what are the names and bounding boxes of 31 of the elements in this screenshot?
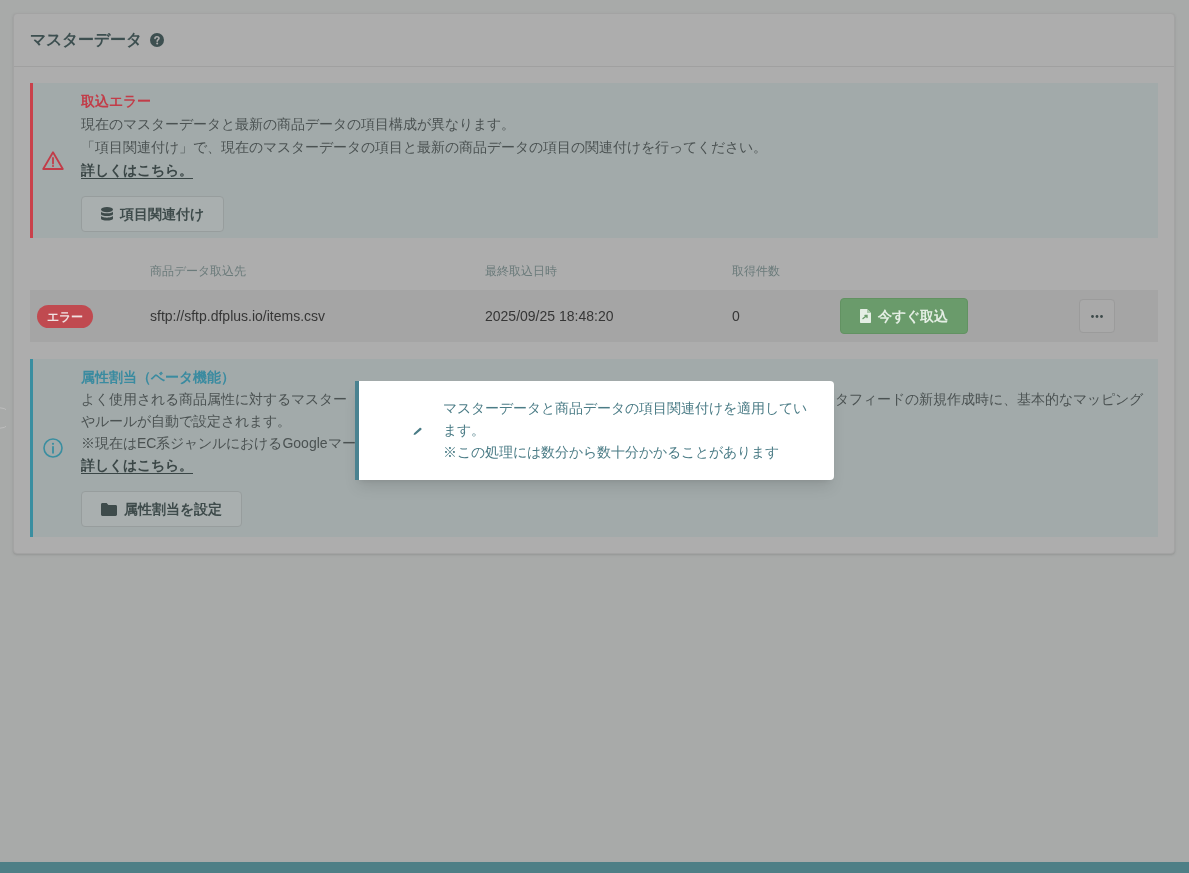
status-badge: エラー [37, 305, 93, 329]
table-cell-text: sftp://sftp.dfplus.io/items.csv [150, 306, 327, 326]
panel-title: マスターデータ [30, 30, 142, 50]
file-icon [860, 309, 871, 323]
details-link[interactable]: 詳しくはこちら。 [81, 162, 193, 178]
description-text: ※現在はEC系ジャンルにおけるGoogleマー [81, 434, 356, 453]
more-button[interactable] [1079, 299, 1115, 333]
more-icon [1091, 314, 1103, 318]
import-now-button[interactable]: 今すぐ取込 [840, 298, 968, 334]
column-header: 取得件数 [732, 263, 781, 280]
help-icon[interactable] [150, 33, 164, 47]
description-text: 現在のマスターデータと最新の商品データの項目構成が異なります。 [81, 115, 515, 134]
toast-message: マスターデータと商品データの項目関連付けを適用しています。 [443, 399, 808, 440]
column-header: 最終取込日時 [485, 263, 558, 280]
description-text: 「項目関連付け」で、現在のマスターデータの項目と最新の商品データの項目の関連付けを行ってください。 [81, 138, 767, 157]
link-fields-button[interactable]: 項目関連付け [81, 196, 224, 232]
description-text: やルールが自動で設定されます。 [81, 412, 291, 431]
table-cell-text: 0 [732, 306, 741, 326]
alert-title: 取込エラー [81, 92, 152, 111]
details-link[interactable]: 詳しくはこちら。 [81, 457, 193, 473]
folder-icon [101, 502, 117, 516]
description-text: タフィードの新規作成時に、基本的なマッピング [835, 390, 1143, 409]
toast-note: ※この処理には数分から数十分かかることがあります [443, 443, 780, 462]
table-cell-text: 2025/09/25 18:48:20 [485, 306, 615, 326]
description-text: よく使用される商品属性に対するマスター [81, 390, 347, 409]
warning-icon [42, 151, 64, 170]
pencil-icon [413, 426, 422, 435]
attribute-settings-button[interactable]: 属性割当を設定 [81, 491, 242, 527]
info-icon [43, 438, 63, 458]
alert-title: 属性割当（ベータ機能） [81, 368, 236, 387]
database-icon [101, 207, 113, 221]
